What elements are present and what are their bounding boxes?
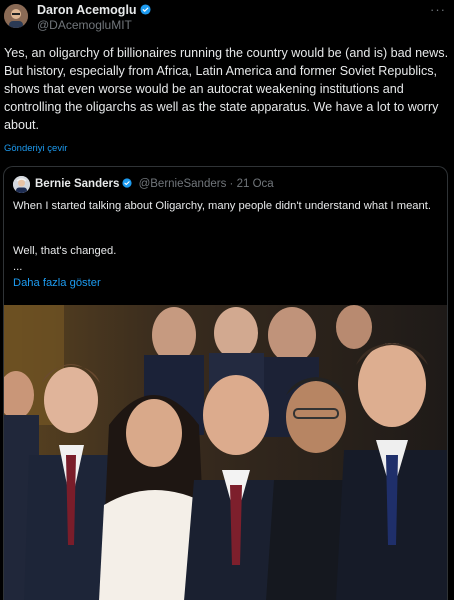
quoted-date[interactable]: 21 Oca: [237, 178, 274, 190]
show-more-link[interactable]: Daha fazla göster: [13, 277, 101, 289]
quoted-author-handle[interactable]: @BernieSanders: [139, 178, 227, 190]
quoted-header: Bernie Sanders @BernieSanders · 21 Oca: [35, 178, 274, 190]
quoted-media-photo[interactable]: [4, 305, 447, 600]
tweet: Daron Acemoglu @DAcemogluMIT ··· Yes, an…: [0, 0, 454, 600]
photo-billionaires-row-icon: [4, 305, 447, 600]
more-options-button[interactable]: ···: [430, 2, 446, 17]
translate-link[interactable]: Gönderiyi çevir: [4, 143, 67, 154]
verified-badge-icon: [140, 4, 151, 15]
author-name[interactable]: Daron Acemoglu: [37, 3, 151, 17]
quoted-author-avatar[interactable]: [13, 176, 30, 193]
quoted-text-paragraph-2: Well, that's changed.: [13, 245, 117, 257]
person-avatar-icon: [4, 4, 28, 28]
author-avatar[interactable]: [4, 4, 28, 28]
verified-badge-icon: [122, 178, 132, 188]
quoted-text-ellipsis: ...: [13, 261, 23, 273]
author-handle[interactable]: @DAcemogluMIT: [37, 18, 132, 32]
person-avatar-icon: [13, 176, 30, 193]
meta-separator: ·: [229, 178, 234, 190]
quoted-author-name[interactable]: Bernie Sanders: [35, 178, 119, 190]
author-name-text: Daron Acemoglu: [37, 3, 137, 17]
quoted-text-paragraph-1: When I started talking about Oligarchy, …: [13, 200, 431, 212]
quoted-tweet-card[interactable]: Bernie Sanders @BernieSanders · 21 Oca W…: [3, 166, 448, 600]
tweet-text: Yes, an oligarchy of billionaires runnin…: [4, 46, 449, 132]
